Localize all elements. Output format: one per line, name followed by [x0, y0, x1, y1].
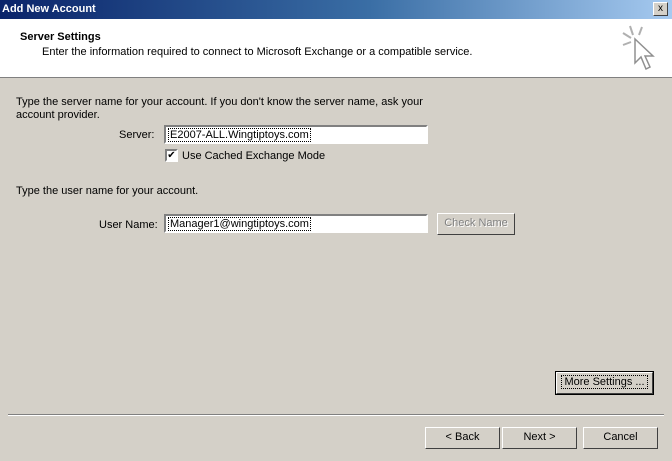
user-name-input[interactable]: Manager1@wingtiptoys.com	[164, 214, 428, 233]
checkmark-icon: ✔	[167, 150, 176, 161]
window-title: Add New Account	[2, 3, 96, 15]
next-label: Next >	[523, 431, 556, 443]
more-settings-label: More Settings ...	[561, 375, 648, 389]
close-button[interactable]: x	[653, 2, 668, 16]
check-name-button[interactable]: Check Name	[437, 213, 515, 235]
footer-separator	[8, 414, 664, 416]
server-input-value: E2007-ALL.Wingtiptoys.com	[168, 128, 311, 142]
server-instruction-line2: account provider.	[16, 109, 100, 121]
cached-mode-label: Use Cached Exchange Mode	[182, 150, 326, 162]
wizard-cursor-icon	[622, 25, 655, 71]
server-label: Server:	[119, 129, 155, 141]
wizard-header: Server Settings Enter the information re…	[0, 19, 672, 78]
user-name-input-value: Manager1@wingtiptoys.com	[168, 217, 311, 231]
server-instruction-line1: Type the server name for your account. I…	[16, 96, 423, 108]
back-button[interactable]: < Back	[425, 427, 500, 449]
header-subtitle: Enter the information required to connec…	[42, 46, 473, 58]
cancel-button[interactable]: Cancel	[583, 427, 658, 449]
back-label: < Back	[445, 431, 480, 443]
user-instruction: Type the user name for your account.	[16, 185, 199, 197]
server-input[interactable]: E2007-ALL.Wingtiptoys.com	[164, 125, 428, 144]
title-bar: Add New Account x	[0, 0, 672, 19]
close-icon: x	[658, 3, 663, 14]
cancel-label: Cancel	[603, 431, 638, 443]
header-title: Server Settings	[20, 31, 101, 43]
user-name-label: User Name:	[99, 219, 158, 231]
cached-mode-checkbox[interactable]: ✔	[165, 149, 178, 162]
check-name-label: Check Name	[444, 217, 508, 229]
next-button[interactable]: Next >	[502, 427, 577, 449]
more-settings-button[interactable]: More Settings ...	[555, 371, 654, 395]
